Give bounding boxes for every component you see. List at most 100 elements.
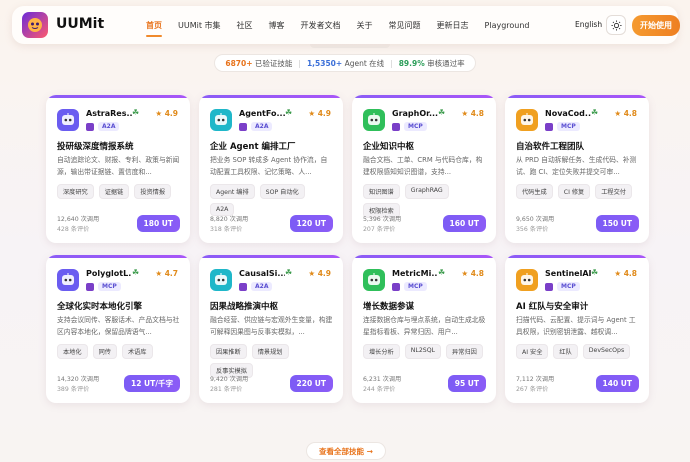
call-count: 9,420 次调用 <box>210 376 249 383</box>
skill-name[interactable]: GraphOr... <box>392 109 438 118</box>
provider-avatar-icon <box>239 282 247 291</box>
rating-value: 4.9 <box>317 269 331 278</box>
star-icon: ★ <box>155 269 163 278</box>
nav-blog[interactable]: 博客 <box>269 20 285 31</box>
skill-card[interactable]: AstraRes... ☘ ★ 4.9 A2A 投研级深度情报系统 自动追踪论文… <box>46 95 190 243</box>
skill-card[interactable]: SentinelAI ☘ ★ 4.8 MCP AI 红队与安全审计 扫描代码、云… <box>505 255 649 403</box>
skill-tag[interactable]: 同传 <box>92 344 117 359</box>
verified-badge-icon: ☘ <box>132 108 140 117</box>
skill-description: 融合文档、工单、CRM 与代码仓库，构建权限感知知识图谱，支持... <box>363 156 483 176</box>
protocol-badge: A2A <box>98 122 120 131</box>
skill-tag[interactable]: NL2SQL <box>404 344 442 359</box>
skill-tag[interactable]: CI 修复 <box>557 184 591 199</box>
skill-title: AI 红队与安全审计 <box>516 302 589 312</box>
protocol-badge: MCP <box>404 282 427 291</box>
price-button[interactable]: 140 UT <box>595 375 639 392</box>
skill-card[interactable]: AgentFo... ☘ ★ 4.9 A2A 企业 Agent 编排工厂 把业务… <box>199 95 343 243</box>
rating: ★ 4.9 <box>308 109 331 118</box>
skill-card[interactable]: GraphOr... ☘ ★ 4.8 MCP 企业知识中枢 融合文档、工单、CR… <box>352 95 496 243</box>
provider-avatar-icon <box>545 122 553 131</box>
price-button[interactable]: 12 UT/千字 <box>124 375 180 392</box>
rating: ★ 4.7 <box>155 269 178 278</box>
skill-name[interactable]: PolyglotL... <box>86 269 132 278</box>
verified-label: 已验证技能 <box>254 58 293 68</box>
skill-tag[interactable]: 情景规划 <box>251 344 289 359</box>
skill-name[interactable]: CausalSi... <box>239 269 285 278</box>
price-button[interactable]: 180 UT <box>136 215 180 232</box>
skill-tag[interactable]: 术语库 <box>121 344 153 359</box>
skill-tag[interactable]: 增长分析 <box>363 344 400 359</box>
skill-tag[interactable]: 因果推断 <box>210 344 247 359</box>
skill-tag[interactable]: 投资情报 <box>134 184 172 199</box>
skill-name[interactable]: SentinelAI <box>545 269 591 278</box>
skill-meta: MCP <box>392 122 427 131</box>
start-button[interactable]: 开始使用 <box>632 15 680 36</box>
nav-community[interactable]: 社区 <box>237 20 253 31</box>
skill-name[interactable]: AgentFo... <box>239 109 285 118</box>
skill-tag[interactable]: DevSecOps <box>582 344 631 359</box>
skill-card[interactable]: MetricMi... ☘ ★ 4.8 MCP 增长数据参谋 连接数据仓库与埋点… <box>352 255 496 403</box>
sun-icon <box>610 19 622 31</box>
skill-card[interactable]: NovaCod... ☘ ★ 4.8 MCP 自治软件工程团队 从 PRD 自动… <box>505 95 649 243</box>
protocol-badge: MCP <box>404 122 427 131</box>
call-count: 14,320 次调用 <box>57 376 100 383</box>
rating: ★ 4.8 <box>461 109 484 118</box>
nav-changelog[interactable]: 更新日志 <box>437 20 469 31</box>
verified-count: 6870+ <box>225 58 253 68</box>
language-switch[interactable]: English <box>575 20 602 29</box>
online-count: 1,5350+ <box>306 58 343 68</box>
skill-tags: 深度研究 证据链 投资情报 <box>57 184 185 203</box>
call-count: 12,640 次调用 <box>57 216 100 223</box>
review-count: 244 条评价 <box>363 386 396 393</box>
protocol-badge: A2A <box>251 282 273 291</box>
rating-value: 4.8 <box>623 269 637 278</box>
verified-badge-icon: ☘ <box>438 268 446 277</box>
skill-description: 从 PRD 自动拆解任务、生成代码、补测试、跑 CI、定位失败并提交可审... <box>516 156 637 176</box>
price-button[interactable]: 150 UT <box>595 215 639 232</box>
nav-faq[interactable]: 常见问题 <box>389 20 421 31</box>
skill-meta: MCP <box>545 122 580 131</box>
skill-tag[interactable]: AI 安全 <box>516 344 549 359</box>
skill-tag[interactable]: 证据链 <box>98 184 130 199</box>
nav-about[interactable]: 关于 <box>357 20 373 31</box>
logo-icon[interactable] <box>22 12 48 38</box>
star-icon: ★ <box>614 269 622 278</box>
brand-name[interactable]: UUMit <box>56 16 104 32</box>
price-button[interactable]: 95 UT <box>447 375 486 392</box>
skill-tag[interactable]: GraphRAG <box>404 184 449 199</box>
skill-card[interactable]: PolyglotL... ☘ ★ 4.7 MCP 全球化实时本地化引擎 支持会议… <box>46 255 190 403</box>
skill-tag[interactable]: 本地化 <box>57 344 88 359</box>
view-all-button[interactable]: 查看全部技能 → <box>306 442 386 460</box>
price-button[interactable]: 120 UT <box>289 215 333 232</box>
protocol-badge: A2A <box>251 122 273 131</box>
call-count: 9,650 次调用 <box>516 216 555 223</box>
theme-toggle-button[interactable] <box>606 15 626 35</box>
protocol-badge: MCP <box>98 282 121 291</box>
nav-home[interactable]: 首页 <box>146 20 162 37</box>
price-button[interactable]: 220 UT <box>289 375 333 392</box>
skill-name[interactable]: MetricMi... <box>392 269 438 278</box>
skill-tag[interactable]: Agent 编排 <box>210 184 255 199</box>
skill-tag[interactable]: 深度研究 <box>57 184 94 199</box>
skill-name[interactable]: AstraRes... <box>86 109 132 118</box>
skill-tag[interactable]: SOP 自动化 <box>259 184 305 199</box>
nav-market[interactable]: UUMit 市集 <box>178 20 221 31</box>
skill-description: 连接数据仓库与埋点系统，自动生成北极星指标看板、异常归因、用户... <box>363 316 486 336</box>
skill-name[interactable]: NovaCod... <box>545 109 591 118</box>
star-icon: ★ <box>155 109 163 118</box>
skill-tag[interactable]: 工程交付 <box>595 184 632 199</box>
star-icon: ★ <box>614 109 622 118</box>
skill-card[interactable]: CausalSi... ☘ ★ 4.9 A2A 因果战略推演中枢 融合经营、供应… <box>199 255 343 403</box>
skill-tag[interactable]: 代码生成 <box>516 184 553 199</box>
skill-tag[interactable]: 知识图谱 <box>363 184 400 199</box>
price-button[interactable]: 160 UT <box>442 215 486 232</box>
skill-avatar-icon <box>57 109 79 131</box>
nav-docs[interactable]: 开发者文档 <box>301 20 341 31</box>
skill-title: 企业知识中枢 <box>363 142 415 152</box>
skill-tag[interactable]: 异常归因 <box>446 344 483 359</box>
nav-playground[interactable]: Playground <box>485 21 530 30</box>
skill-title: 全球化实时本地化引擎 <box>57 302 143 312</box>
skill-tag[interactable]: 红队 <box>553 344 578 359</box>
skill-meta: A2A <box>239 282 273 291</box>
skill-avatar-icon <box>363 269 385 291</box>
